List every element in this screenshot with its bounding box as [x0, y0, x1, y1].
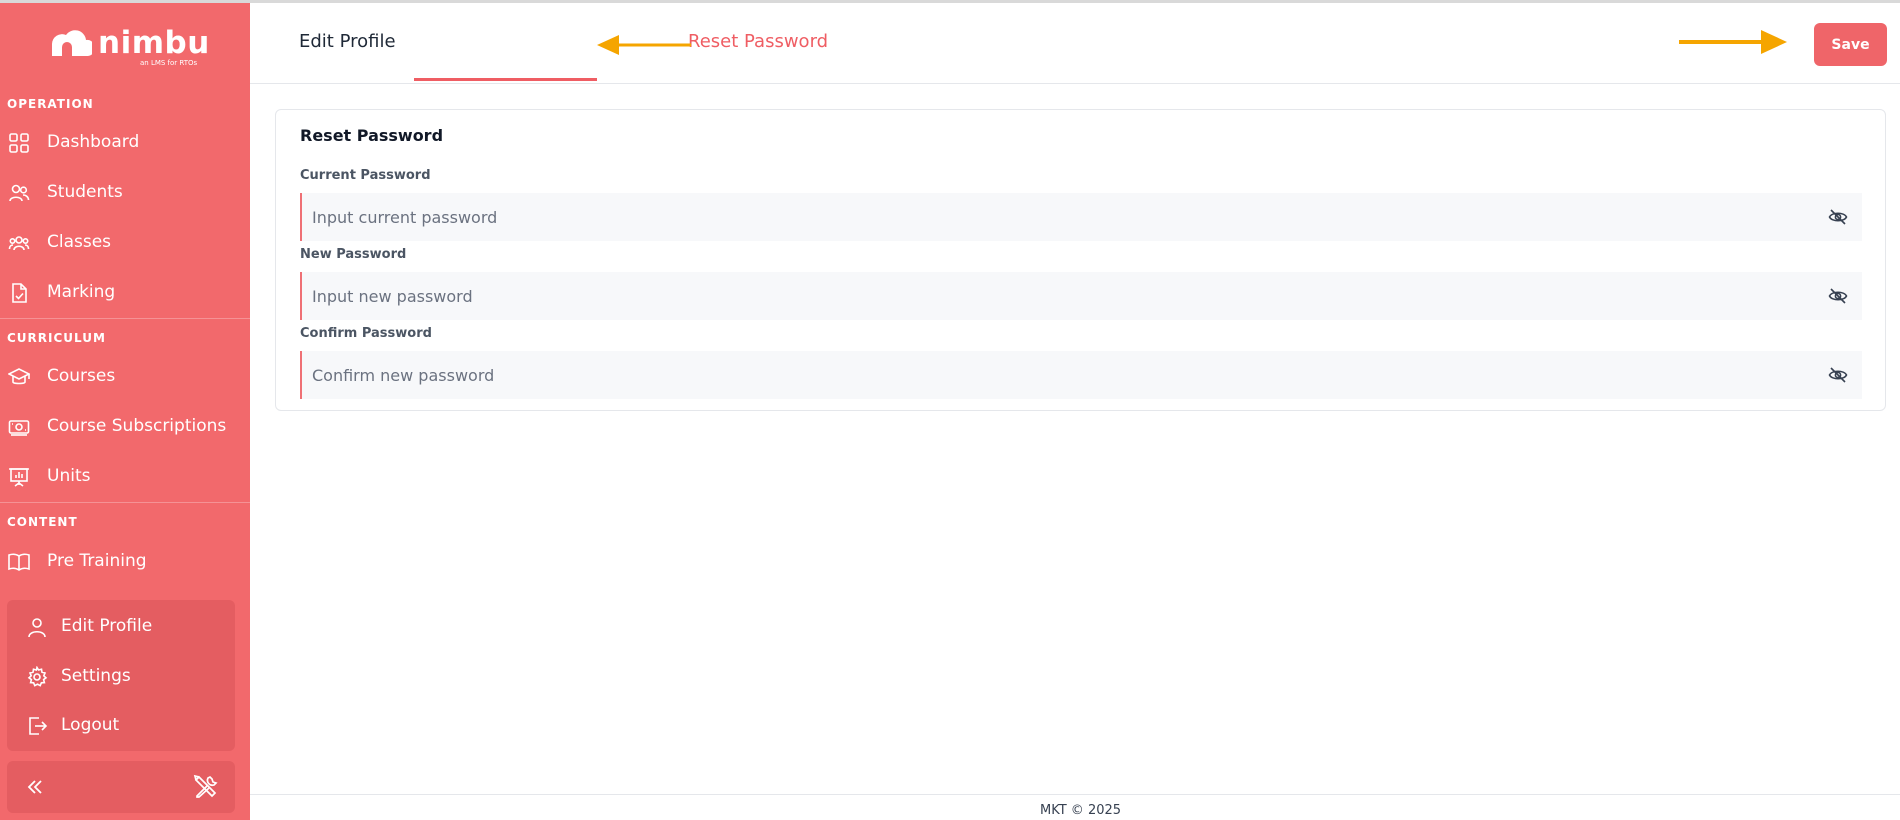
eye-off-icon[interactable]: [1828, 365, 1848, 385]
eye-off-icon[interactable]: [1828, 207, 1848, 227]
sidebar-item-label: Courses: [47, 366, 116, 386]
reset-password-card: Reset Password Current Password New Pass…: [275, 109, 1886, 411]
section-label-content: CONTENT: [7, 515, 78, 529]
annotation-arrow-right: [1679, 30, 1787, 54]
gear-icon: [27, 666, 48, 687]
group-icon: [8, 236, 30, 251]
current-password-label: Current Password: [300, 168, 431, 183]
sidebar-item-course-subscriptions[interactable]: Course Subscriptions: [0, 404, 250, 450]
users-icon: [9, 184, 30, 202]
sidebar-item-edit-profile[interactable]: Edit Profile: [7, 605, 235, 649]
sidebar-item-courses[interactable]: Courses: [0, 354, 250, 400]
annotation-arrow-left: [597, 35, 691, 55]
new-password-field: [300, 272, 1862, 320]
confirm-password-label: Confirm Password: [300, 326, 432, 341]
save-button[interactable]: Save: [1814, 23, 1887, 66]
brand-tagline: an LMS for RTOs: [140, 59, 198, 67]
tools-icon[interactable]: [193, 774, 219, 800]
presentation-icon: [9, 468, 29, 487]
profile-menu-label: Logout: [61, 715, 120, 735]
sidebar-item-pre-training[interactable]: Pre Training: [0, 539, 250, 585]
sidebar-item-marking[interactable]: Marking: [0, 270, 250, 316]
sidebar-divider: [0, 318, 250, 319]
sidebar-item-label: Students: [47, 182, 123, 202]
sidebar-item-settings[interactable]: Settings: [7, 655, 235, 699]
sidebar-item-units[interactable]: Units: [0, 454, 250, 500]
current-password-field: [300, 193, 1862, 241]
section-label-operation: OPERATION: [7, 97, 94, 111]
logout-icon: [29, 717, 48, 735]
current-password-input[interactable]: [312, 193, 1802, 241]
brand-name: nimbu: [98, 25, 210, 61]
tab-bar: Edit Profile Reset Password: [250, 3, 1900, 84]
book-open-icon: [8, 553, 30, 571]
sidebar-item-classes[interactable]: Classes: [0, 220, 250, 266]
new-password-label: New Password: [300, 247, 407, 262]
confirm-password-input[interactable]: [312, 351, 1802, 399]
sidebar-item-label: Marking: [47, 282, 116, 302]
cloud-logo-icon: [52, 30, 92, 56]
tab-reset-password[interactable]: Reset Password: [688, 31, 828, 52]
footer-divider: [250, 794, 1900, 795]
sidebar-item-label: Course Subscriptions: [47, 416, 227, 436]
sidebar-item-students[interactable]: Students: [0, 170, 250, 216]
eye-off-icon[interactable]: [1828, 286, 1848, 306]
money-icon: [8, 420, 30, 436]
sidebar-footer: [7, 761, 235, 813]
grid-icon: [9, 133, 29, 153]
sidebar-item-label: Classes: [47, 232, 112, 252]
brand-logo[interactable]: nimbu an LMS for RTOs: [48, 25, 209, 69]
profile-menu: Edit Profile Settings Logout: [7, 600, 235, 751]
sidebar: nimbu an LMS for RTOs OPERATION Dashboar…: [0, 3, 250, 820]
graduation-cap-icon: [8, 368, 30, 385]
user-icon: [28, 618, 46, 638]
profile-menu-label: Settings: [61, 666, 131, 686]
footer-copyright: MKT © 2025: [1040, 803, 1122, 818]
sidebar-item-label: Units: [47, 466, 91, 486]
tab-edit-profile[interactable]: Edit Profile: [299, 31, 396, 52]
active-tab-indicator: [414, 78, 597, 81]
sidebar-item-label: Pre Training: [47, 551, 147, 571]
new-password-input[interactable]: [312, 272, 1802, 320]
sidebar-divider: [0, 502, 250, 503]
profile-menu-label: Edit Profile: [61, 616, 153, 636]
sidebar-item-dashboard[interactable]: Dashboard: [0, 120, 250, 166]
sidebar-item-label: Dashboard: [47, 132, 140, 152]
confirm-password-field: [300, 351, 1862, 399]
card-title: Reset Password: [300, 126, 444, 145]
sidebar-item-logout[interactable]: Logout: [7, 704, 235, 748]
chevrons-left-icon[interactable]: [23, 775, 47, 799]
file-check-icon: [12, 283, 27, 303]
section-label-curriculum: CURRICULUM: [7, 331, 106, 345]
